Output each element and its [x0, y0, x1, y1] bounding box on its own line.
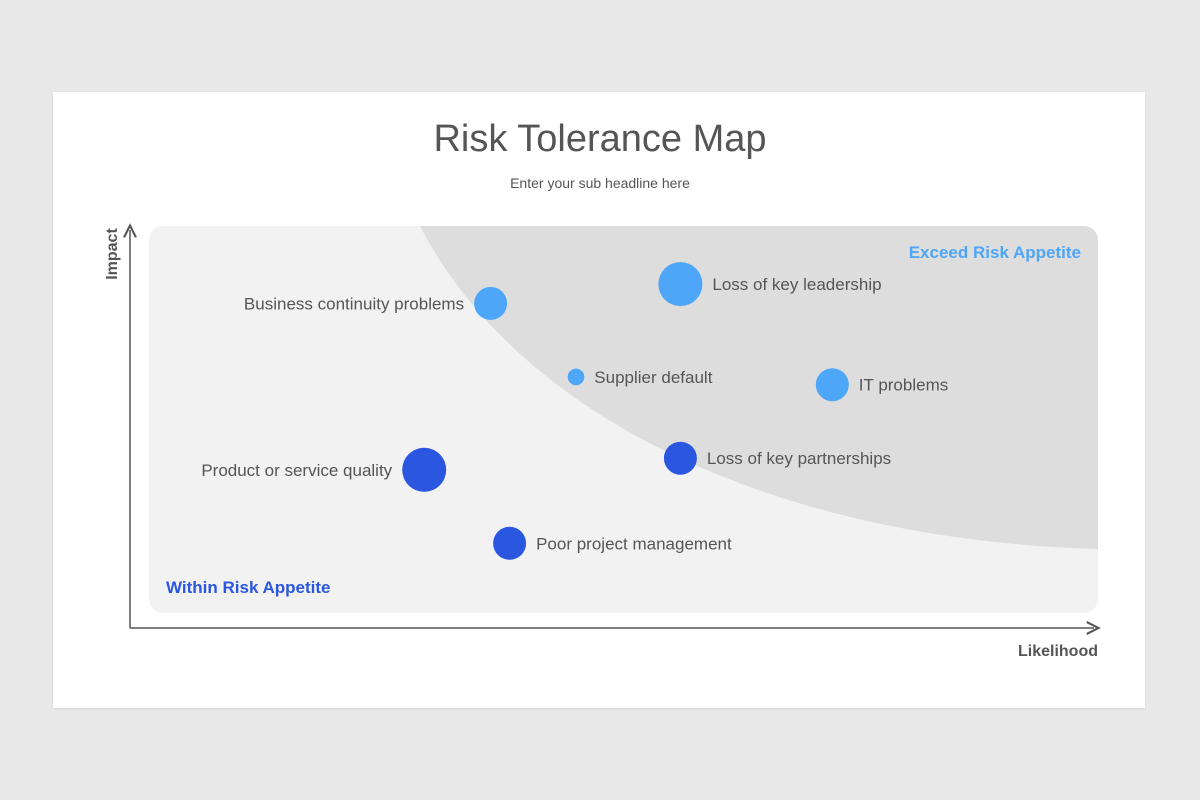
risk-point-label-0: Business continuity problems	[244, 294, 464, 313]
risk-point-1	[658, 262, 703, 307]
risk-point-2	[567, 368, 585, 386]
risk-point-5	[663, 441, 697, 475]
risk-point-label-3: IT problems	[859, 376, 948, 395]
risk-point-4	[402, 447, 447, 492]
risk-map-chart: Impact Likelihood Exceed Risk Appetite W…	[104, 0, 1200, 660]
risk-point-3	[815, 368, 849, 402]
x-axis-label: Likelihood	[1018, 643, 1098, 660]
risk-point-label-6: Poor project management	[536, 534, 732, 553]
zone-label-within: Within Risk Appetite	[166, 578, 331, 597]
y-axis-label: Impact	[104, 228, 121, 280]
risk-point-0	[474, 286, 508, 320]
zone-label-exceed: Exceed Risk Appetite	[909, 243, 1081, 262]
risk-point-6	[493, 526, 527, 560]
risk-point-label-4: Product or service quality	[201, 461, 392, 480]
risk-point-label-1: Loss of key leadership	[712, 275, 881, 294]
risk-point-label-5: Loss of key partnerships	[707, 449, 891, 468]
risk-point-label-2: Supplier default	[594, 368, 712, 387]
